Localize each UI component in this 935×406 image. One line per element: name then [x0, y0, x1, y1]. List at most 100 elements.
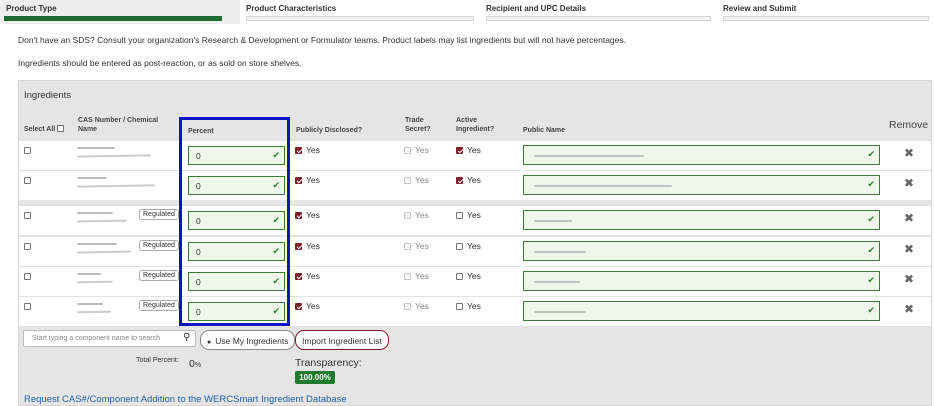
trade-secret-label: Yes [415, 175, 429, 185]
public-name-redacted [534, 281, 580, 283]
public-name-input[interactable]: ✔ [523, 210, 880, 230]
total-percent-unit: % [194, 362, 202, 369]
active-ingredient-checkbox[interactable] [456, 273, 463, 280]
step-review-submit[interactable]: Review and Submit [717, 0, 935, 24]
ingredient-row: Regulated 0 ✔ Yes Yes Yes ✔ ✖ [19, 296, 931, 326]
trade-secret-label: Yes [415, 271, 429, 281]
step-progress-bar [723, 16, 929, 21]
step-progress-bar [246, 16, 474, 21]
active-ingredient-checkbox[interactable] [456, 177, 463, 184]
remove-icon[interactable]: ✖ [904, 147, 914, 159]
remove-icon[interactable]: ✖ [904, 212, 914, 224]
publicly-disclosed-checkbox[interactable] [295, 243, 302, 250]
use-my-ingredients-label: Use My Ingredients [215, 336, 289, 346]
active-ingredient-label: Yes [467, 210, 481, 220]
publicly-disclosed-label: Yes [306, 301, 320, 311]
trade-secret-label: Yes [415, 145, 429, 155]
publicly-disclosed-label: Yes [306, 145, 320, 155]
ingredient-row: 0 ✔ Yes Yes Yes ✔ ✖ [19, 140, 931, 170]
step-label: Recipient and UPC Details [486, 4, 587, 13]
active-ingredient-checkbox[interactable] [456, 212, 463, 219]
select-all-header: Select All [24, 125, 65, 134]
step-progress-bar [4, 16, 222, 21]
post-reaction-info-text: Ingredients should be entered as post-re… [18, 58, 302, 68]
public-name-input[interactable]: ✔ [523, 145, 880, 165]
row-select-checkbox[interactable] [24, 177, 31, 184]
regulated-badge: Regulated [139, 300, 179, 311]
trade-secret-label: Yes [415, 210, 429, 220]
check-icon: ✔ [867, 245, 875, 255]
public-name-header: Public Name [523, 127, 566, 134]
publicly-disclosed-checkbox[interactable] [295, 273, 302, 280]
public-name-redacted [534, 311, 586, 313]
active-ingredient-label: Yes [467, 145, 481, 155]
public-name-input[interactable]: ✔ [523, 271, 880, 291]
cas-header: CAS Number / Chemical Name [78, 117, 159, 133]
active-ingredient-label: Yes [467, 175, 481, 185]
public-header: Publicly Disclosed? [296, 127, 363, 134]
percent-column-highlight [179, 117, 290, 326]
search-icon[interactable]: ⚲ [183, 332, 190, 343]
public-name-input[interactable]: ✔ [523, 241, 880, 261]
ingredients-panel: Ingredients Select All CAS Number / Chem… [18, 80, 932, 406]
row-select-checkbox[interactable] [24, 303, 31, 310]
step-product-characteristics[interactable]: Product Characteristics [240, 0, 480, 24]
chemical-name-redacted [76, 145, 152, 167]
active-ingredient-label: Yes [467, 271, 481, 281]
active-ingredient-checkbox[interactable] [456, 303, 463, 310]
row-select-checkbox[interactable] [24, 243, 31, 250]
step-recipient-upc[interactable]: Recipient and UPC Details [480, 0, 717, 24]
row-select-checkbox[interactable] [24, 147, 31, 154]
select-all-checkbox[interactable] [57, 125, 65, 132]
import-ingredient-list-button[interactable]: Import Ingredient List [295, 330, 389, 350]
public-name-redacted [534, 185, 672, 187]
total-percent-label: Total Percent: [136, 357, 179, 364]
step-label: Review and Submit [723, 4, 797, 13]
check-icon: ✔ [867, 305, 875, 315]
remove-header: Remove [889, 119, 929, 131]
check-icon: ✔ [867, 179, 875, 189]
public-name-redacted [534, 251, 586, 253]
row-select-checkbox[interactable] [24, 273, 31, 280]
publicly-disclosed-label: Yes [306, 210, 320, 220]
trade-secret-checkbox [404, 273, 411, 280]
trade-secret-checkbox [404, 303, 411, 310]
publicly-disclosed-checkbox[interactable] [295, 177, 302, 184]
component-search-input[interactable]: Start typing a component name to search [23, 330, 196, 347]
publicly-disclosed-checkbox[interactable] [295, 212, 302, 219]
ingredient-row: Regulated 0 ✔ Yes Yes Yes ✔ ✖ [19, 266, 931, 296]
step-product-type[interactable]: Product Type [0, 0, 240, 24]
transparency-label: Transparency: [295, 357, 362, 369]
public-name-input[interactable]: ✔ [523, 301, 880, 321]
regulated-badge: Regulated [139, 270, 179, 281]
ingredients-title: Ingredients [24, 90, 72, 101]
active-ingredient-checkbox[interactable] [456, 147, 463, 154]
trade-secret-checkbox [404, 243, 411, 250]
publicly-disclosed-checkbox[interactable] [295, 303, 302, 310]
active-ingredient-header: Active Ingredient? [456, 117, 495, 133]
trade-secret-checkbox [404, 212, 411, 219]
public-name-redacted [534, 220, 572, 222]
active-ingredient-label: Yes [467, 301, 481, 311]
check-icon: ✔ [867, 275, 875, 285]
remove-icon[interactable]: ✖ [904, 303, 914, 315]
publicly-disclosed-label: Yes [306, 241, 320, 251]
step-progress-bar [486, 16, 711, 21]
row-select-checkbox[interactable] [24, 212, 31, 219]
sds-info-text: Don't have an SDS? Consult your organiza… [18, 35, 626, 45]
public-name-input[interactable]: ✔ [523, 175, 880, 195]
publicly-disclosed-label: Yes [306, 271, 320, 281]
request-cas-link[interactable]: Request CAS#/Component Addition to the W… [24, 394, 347, 405]
regulated-badge: Regulated [139, 209, 179, 220]
remove-icon[interactable]: ✖ [904, 177, 914, 189]
publicly-disclosed-checkbox[interactable] [295, 147, 302, 154]
active-ingredient-checkbox[interactable] [456, 243, 463, 250]
step-label: Product Characteristics [246, 4, 337, 13]
active-ingredient-label: Yes [467, 241, 481, 251]
regulated-badge: Regulated [139, 240, 179, 251]
step-label: Product Type [6, 4, 57, 13]
use-my-ingredients-button[interactable]: ● Use My Ingredients [200, 330, 296, 350]
remove-icon[interactable]: ✖ [904, 273, 914, 285]
remove-icon[interactable]: ✖ [904, 243, 914, 255]
progress-steps: Product Type Product Characteristics Rec… [0, 0, 935, 24]
